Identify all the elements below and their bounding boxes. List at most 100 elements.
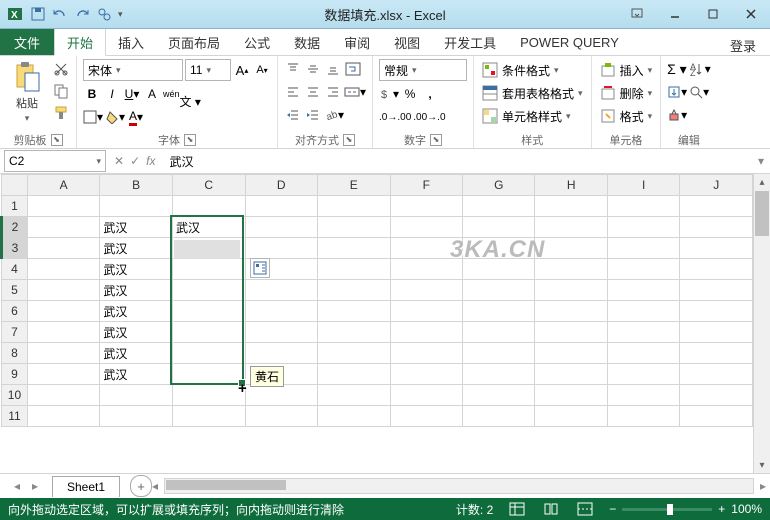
cell[interactable]	[535, 364, 608, 385]
zoom-in-icon[interactable]: +	[718, 502, 725, 516]
cell[interactable]	[318, 280, 391, 301]
minimize-icon[interactable]	[656, 0, 694, 28]
col-header[interactable]: G	[462, 175, 535, 196]
cell[interactable]: 武汉	[100, 280, 173, 301]
cell[interactable]	[607, 343, 679, 364]
login-link[interactable]: 登录	[716, 36, 770, 55]
zoom-control[interactable]: − + 100%	[609, 502, 762, 516]
spreadsheet-grid[interactable]: ABCDEFGHIJ12武汉武汉3武汉黄石4武汉5武汉6武汉7武汉8武汉9武汉1…	[0, 174, 753, 427]
cell[interactable]	[535, 301, 608, 322]
cell[interactable]	[27, 364, 100, 385]
cell[interactable]	[27, 322, 100, 343]
cell[interactable]: 武汉	[100, 322, 173, 343]
border-icon[interactable]: ▾	[83, 107, 103, 127]
col-header[interactable]: E	[318, 175, 391, 196]
cell[interactable]	[390, 385, 462, 406]
number-launcher-icon[interactable]: ⬊	[430, 134, 442, 146]
increase-indent-icon[interactable]	[304, 105, 322, 125]
cell[interactable]	[462, 196, 535, 217]
cell[interactable]	[172, 259, 245, 280]
row-header[interactable]: 1	[2, 196, 28, 217]
next-sheet-icon[interactable]: ▸	[26, 479, 44, 493]
cell[interactable]	[680, 364, 753, 385]
formula-input[interactable]: 武汉	[163, 151, 752, 171]
cell[interactable]	[318, 406, 391, 427]
col-header[interactable]: J	[680, 175, 753, 196]
align-top-icon[interactable]	[284, 59, 302, 79]
cell[interactable]	[680, 196, 753, 217]
cell[interactable]	[27, 385, 100, 406]
horizontal-scrollbar[interactable]	[164, 478, 754, 494]
cell[interactable]	[27, 301, 100, 322]
cell[interactable]	[535, 406, 608, 427]
cell[interactable]: 武汉	[100, 259, 173, 280]
cell[interactable]	[172, 364, 245, 385]
cell[interactable]	[680, 259, 753, 280]
row-header[interactable]: 11	[2, 406, 28, 427]
cell[interactable]	[318, 259, 391, 280]
cell[interactable]: 武汉	[172, 217, 245, 238]
ribbon-options-icon[interactable]	[618, 0, 656, 28]
cell[interactable]	[27, 343, 100, 364]
cell[interactable]	[680, 343, 753, 364]
cell[interactable]	[535, 238, 608, 259]
cell[interactable]	[318, 343, 391, 364]
cell[interactable]	[607, 364, 679, 385]
cell[interactable]	[680, 238, 753, 259]
cell[interactable]	[607, 238, 679, 259]
font-name-combo[interactable]: 宋体▾	[83, 59, 183, 81]
col-header[interactable]: F	[390, 175, 462, 196]
cell[interactable]: 武汉	[100, 343, 173, 364]
cell[interactable]: 武汉	[100, 364, 173, 385]
col-header[interactable]: A	[27, 175, 100, 196]
save-icon[interactable]	[30, 6, 46, 22]
cell[interactable]	[535, 217, 608, 238]
cell[interactable]	[607, 385, 679, 406]
decrease-font-icon[interactable]: A▾	[253, 60, 271, 80]
cell[interactable]	[535, 280, 608, 301]
clipboard-launcher-icon[interactable]: ⬊	[51, 134, 63, 146]
cell[interactable]	[535, 259, 608, 280]
cell[interactable]	[172, 343, 245, 364]
cell[interactable]	[607, 301, 679, 322]
bold-icon[interactable]: B	[83, 84, 101, 104]
name-box[interactable]: C2▾	[4, 150, 106, 172]
tab-pagelayout[interactable]: 页面布局	[156, 29, 232, 55]
cell[interactable]	[318, 364, 391, 385]
cell[interactable]	[100, 406, 173, 427]
prev-sheet-icon[interactable]: ◂	[8, 479, 26, 493]
scroll-down-icon[interactable]: ▾	[754, 457, 770, 473]
row-header[interactable]: 6	[2, 301, 28, 322]
pagebreak-view-icon[interactable]	[575, 501, 595, 517]
copy-icon[interactable]	[52, 81, 70, 101]
row-header[interactable]: 9	[2, 364, 28, 385]
cell[interactable]	[245, 238, 318, 259]
undo-icon[interactable]	[52, 6, 68, 22]
cell[interactable]	[172, 301, 245, 322]
cell[interactable]	[390, 217, 462, 238]
cell[interactable]	[535, 196, 608, 217]
cell[interactable]	[100, 385, 173, 406]
zoom-out-icon[interactable]: −	[609, 502, 616, 516]
cell[interactable]	[172, 322, 245, 343]
hscroll-right-icon[interactable]: ▸	[760, 479, 766, 493]
cell[interactable]	[390, 343, 462, 364]
cell[interactable]	[27, 280, 100, 301]
cell[interactable]	[462, 322, 535, 343]
add-sheet-icon[interactable]: +	[130, 475, 152, 497]
cell[interactable]	[535, 385, 608, 406]
cell[interactable]	[390, 280, 462, 301]
cell[interactable]	[390, 322, 462, 343]
cell[interactable]	[607, 196, 679, 217]
cell[interactable]	[172, 280, 245, 301]
cell[interactable]	[172, 385, 245, 406]
cell[interactable]: 武汉	[100, 217, 173, 238]
cell[interactable]	[535, 343, 608, 364]
cell[interactable]	[27, 259, 100, 280]
phonetic-icon[interactable]: wén文 ▾	[163, 84, 201, 104]
italic-icon[interactable]: I	[103, 84, 121, 104]
tab-data[interactable]: 数据	[282, 29, 332, 55]
align-left-icon[interactable]	[284, 82, 302, 102]
cell[interactable]	[462, 385, 535, 406]
col-header[interactable]: D	[245, 175, 318, 196]
